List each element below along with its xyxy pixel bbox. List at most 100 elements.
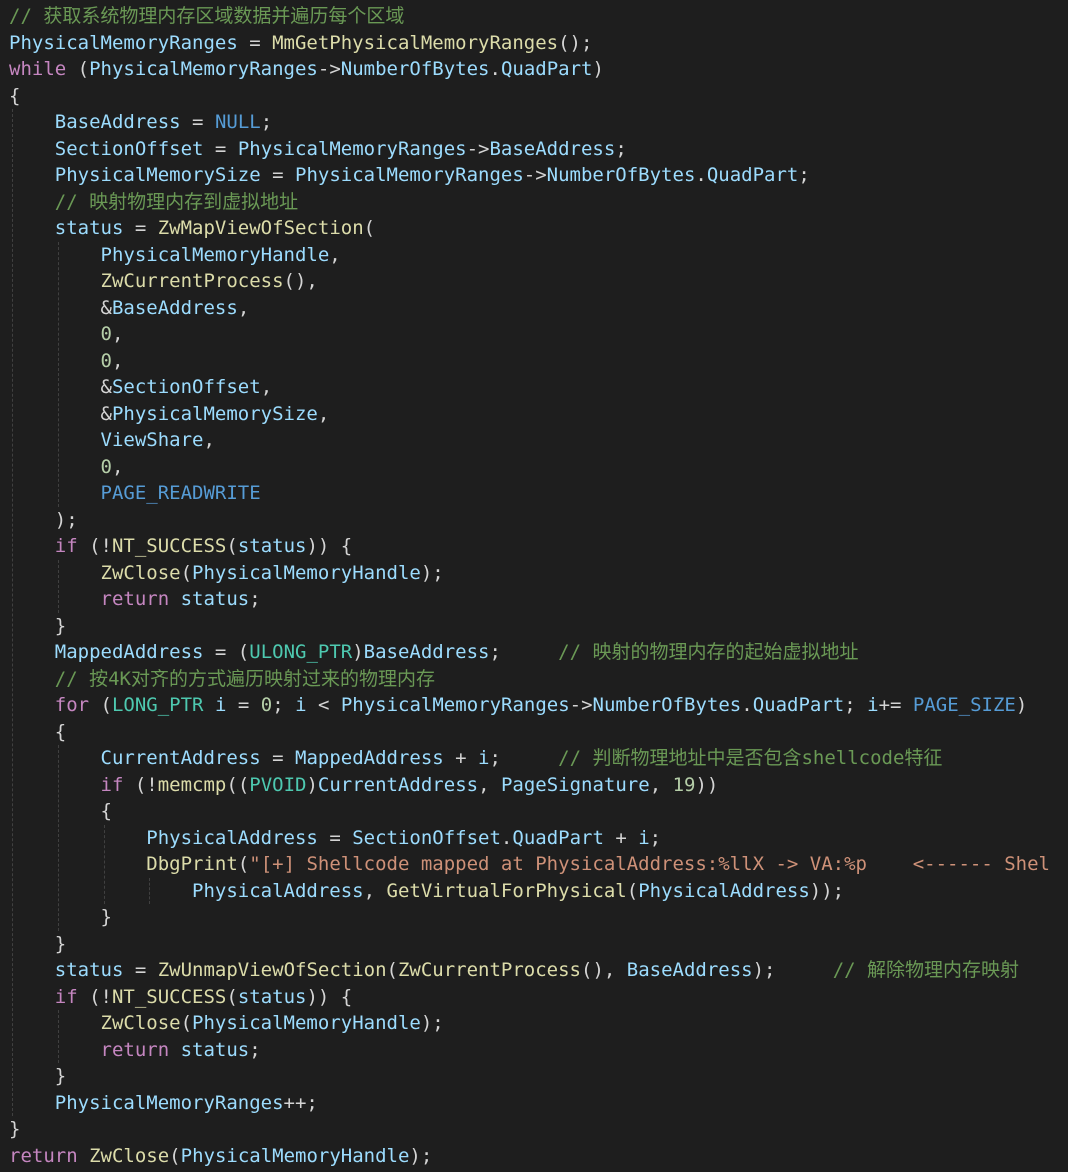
code-token: . [695,164,707,186]
code-line[interactable]: BaseAddress = NULL; [9,109,272,136]
code-token: & [100,296,112,319]
code-token: PhysicalMemoryRanges [89,58,318,80]
code-line[interactable]: status = ZwUnmapViewOfSection(ZwCurrentP… [9,957,1019,984]
code-line[interactable]: } [9,1063,66,1090]
code-line[interactable]: } [9,613,66,640]
code-token: ); [752,959,833,981]
code-line[interactable]: } [9,904,112,931]
code-token: memcmp [157,773,227,796]
code-line[interactable]: 0, [9,321,124,348]
code-line[interactable]: PAGE_READWRITE [9,480,261,507]
code-line[interactable]: // 按4K对齐的方式遍历映射过来的物理内存 [9,666,435,693]
code-token: ( [237,853,250,875]
code-line[interactable]: status = ZwMapViewOfSection( [9,215,375,242]
code-token: return [9,1144,78,1167]
code-line[interactable]: ZwClose(PhysicalMemoryHandle); [9,560,444,587]
code-line[interactable]: &BaseAddress, [9,295,250,322]
code-token: PhysicalMemoryRanges [340,694,570,716]
code-token: ZwCurrentProcess [397,959,581,981]
code-line[interactable]: PhysicalAddress = SectionOffset.QuadPart… [9,825,661,852]
code-token: CurrentAddress [317,773,479,796]
code-line[interactable]: 0, [9,348,124,375]
code-line[interactable]: // 获取系统物理内存区域数据并遍历每个区域 [9,3,404,30]
code-token: if [100,773,124,796]
code-line[interactable]: if (!NT_SUCCESS(status)) { [9,533,352,560]
code-token: 0 [260,694,273,716]
code-line[interactable]: return ZwClose(PhysicalMemoryHandle); [9,1143,432,1170]
code-token: )) [695,773,719,796]
code-token: status [54,959,124,981]
code-token: MmGetPhysicalMemoryRanges [272,31,559,54]
code-line[interactable]: PhysicalMemoryHandle, [9,242,341,269]
code-line[interactable]: { [9,798,112,825]
code-token: ) [306,773,318,796]
code-token: PhysicalMemorySize [54,164,261,186]
code-token: PhysicalAddress [192,879,364,902]
code-line[interactable]: } [9,931,66,958]
code-token: ZwClose [100,1012,181,1034]
code-line[interactable]: &PhysicalMemorySize, [9,401,330,428]
code-line[interactable]: &SectionOffset, [9,374,273,401]
code-token: ZwUnmapViewOfSection [157,959,387,981]
code-token: ( [226,535,238,557]
code-line[interactable]: if (!memcmp((PVOID)CurrentAddress, PageS… [9,772,719,799]
code-line[interactable]: if (!NT_SUCCESS(status)) { [9,984,352,1011]
code-line[interactable]: return status; [9,1037,261,1064]
code-token: status [237,535,307,557]
code-line[interactable]: // 映射物理内存到虚拟地址 [9,189,298,216]
code-token: ; [272,694,296,716]
code-comment: // 判断物理地址中是否包含shellcode特征 [558,747,943,769]
code-line[interactable]: DbgPrint("[+] Shellcode mapped at Physic… [9,851,1050,878]
code-line[interactable]: ViewShare, [9,427,215,454]
code-line[interactable]: SectionOffset = PhysicalMemoryRanges->Ba… [9,136,627,163]
code-line[interactable]: ); [9,507,78,534]
code-comment: // 解除物理内存映射 [832,959,1020,981]
code-token: QuadPart [752,694,845,716]
code-line[interactable]: MappedAddress = (ULONG_PTR)BaseAddress; … [9,639,859,666]
code-line[interactable]: CurrentAddress = MappedAddress + i; // 判… [9,745,943,772]
code-token: } [54,614,67,637]
code-line[interactable]: PhysicalAddress, GetVirtualForPhysical(P… [9,878,844,905]
code-line[interactable]: ZwClose(PhysicalMemoryHandle); [9,1010,444,1037]
code-line[interactable]: PhysicalMemoryRanges++; [9,1090,318,1117]
code-token: )); [809,879,845,902]
code-token: . [500,826,513,849]
code-line[interactable]: while (PhysicalMemoryRanges->NumberOfByt… [9,56,604,83]
code-line[interactable]: 0, [9,454,124,481]
code-token: ; [489,747,559,769]
code-token: ( [169,1144,181,1167]
code-token: += [878,694,913,716]
code-editor[interactable]: // 获取系统物理内存区域数据并遍历每个区域 PhysicalMemoryRang… [0,0,1068,1172]
code-token: PageSignature [500,773,650,796]
code-token: PhysicalMemoryHandle [100,243,330,266]
code-token: ; [649,826,662,849]
code-line[interactable]: { [9,83,20,110]
code-token: status [180,588,250,610]
code-line[interactable]: PhysicalMemoryRanges = MmGetPhysicalMemo… [9,30,592,57]
code-line[interactable]: ZwCurrentProcess(), [9,268,318,295]
code-token: PhysicalMemoryRanges [237,137,467,160]
code-line[interactable]: return status; [9,586,261,613]
code-line[interactable]: PhysicalMemorySize = PhysicalMemoryRange… [9,162,810,189]
code-token: ); [420,1012,444,1034]
code-line[interactable]: } [9,1116,20,1143]
code-token: + [443,747,479,769]
code-token: = [260,164,295,186]
code-line[interactable]: for (LONG_PTR i = 0; i < PhysicalMemoryR… [9,692,1028,719]
code-token: PhysicalMemoryHandle [192,1012,421,1034]
code-token: i [478,747,490,769]
code-line[interactable]: { [9,719,66,746]
code-token: GetVirtualForPhysical [386,879,627,902]
